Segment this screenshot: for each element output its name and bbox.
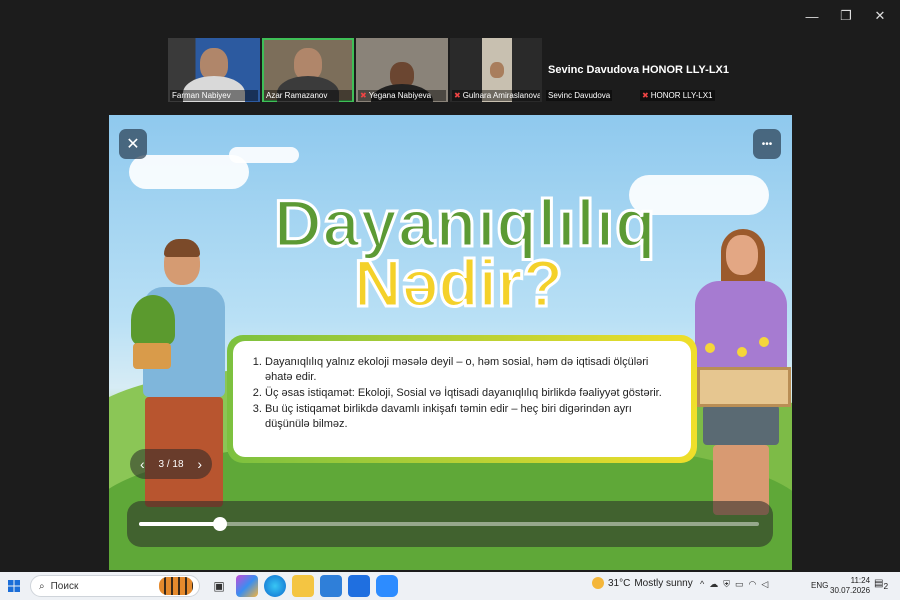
zoom-icon[interactable] [376, 575, 398, 597]
participant-avatar [490, 62, 504, 78]
hidden-icons-chevron-icon[interactable]: ^ [700, 579, 704, 590]
slide-pager: ‹ 3 / 18 › [130, 449, 212, 479]
restore-button[interactable]: ❐ [834, 6, 858, 26]
flower-icon [759, 337, 769, 347]
app-window: — ❐ ✕ Farman Nabiyev Azar Ramazanov ✖ Yeg… [0, 0, 900, 600]
taskbar-apps: ▣ [208, 575, 398, 597]
onedrive-icon[interactable]: ☁ [709, 579, 718, 590]
point-item: Bu üç istiqamət birlikdə davamlı inkişaf… [265, 402, 673, 432]
slide-text-box-inner: Dayanıqlılıq yalnız ekoloji məsələ deyil… [233, 341, 691, 457]
slide-counter: 3 / 18 [158, 458, 184, 470]
file-explorer-icon[interactable] [292, 575, 314, 597]
participant-name: Gulnara Amiraslanova [462, 91, 540, 100]
weather-temp: 31°C [608, 577, 631, 589]
search-placeholder: Поиск [50, 580, 79, 592]
window-controls: — ❐ ✕ [800, 6, 892, 26]
system-tray: ^ ☁ ⛨ ▭ ◠ ◁ [700, 579, 768, 590]
point-item: Dayanıqlılıq yalnız ekoloji məsələ deyil… [265, 355, 673, 385]
participants-strip: Farman Nabiyev Azar Ramazanov ✖ Yegana Na… [168, 38, 730, 102]
language-indicator[interactable]: ENG [811, 581, 828, 590]
woman-skirt [703, 405, 779, 445]
participant-display-name: HONOR LLY-LX1 [642, 64, 729, 76]
taskbar: ⌕ Поиск ▣ 31°C Mostly sunny ^ ☁ ⛨ ▭ ◠ ◁ … [0, 572, 900, 600]
mic-off-icon: ✖ [360, 91, 367, 100]
participant-tile-active[interactable]: Azar Ramazanov [262, 38, 354, 102]
woman-head [726, 235, 758, 275]
progress-knob[interactable] [212, 517, 227, 531]
minimize-button[interactable]: — [800, 6, 824, 26]
participant-tile[interactable]: ✖ Yegana Nabiyeva [356, 38, 448, 102]
participant-name: Yegana Nabiyeva [368, 91, 432, 100]
tiger-icon [159, 577, 193, 595]
clock-date: 30.07.2026 [830, 586, 871, 595]
slide-progress-bar [127, 501, 773, 547]
weather-widget[interactable]: 31°C Mostly sunny [592, 577, 693, 589]
participant-name: Sevinc Davudova [546, 90, 613, 101]
participant-name: Farman Nabiyev [170, 90, 258, 101]
participant-tile-no-video[interactable]: Sevinc Davudova Sevinc Davudova [544, 38, 640, 102]
battery-icon[interactable]: ▭ [735, 579, 744, 590]
prev-slide-button[interactable]: ‹ [140, 456, 145, 472]
plant-pot [133, 343, 171, 369]
woman-illustration [695, 281, 787, 381]
sun-icon [592, 577, 604, 589]
participant-name-row: ✖ Gulnara Amiraslanova [452, 90, 540, 101]
security-icon[interactable]: ⛨ [723, 579, 730, 590]
search-input[interactable]: ⌕ Поиск [30, 575, 200, 597]
mail-icon[interactable] [348, 575, 370, 597]
man-hair [164, 239, 200, 257]
more-options-button[interactable]: ••• [753, 129, 781, 159]
flower-icon [737, 347, 747, 357]
points-list: Dayanıqlılıq yalnız ekoloji məsələ deyil… [253, 355, 673, 432]
task-view-icon[interactable]: ▣ [208, 575, 230, 597]
participant-name-row: ✖ Yegana Nabiyeva [358, 90, 446, 101]
clock[interactable]: 11:24 30.07.2026 [830, 576, 870, 596]
participant-name: HONOR LLY-LX1 [650, 91, 713, 100]
slide-title-line2: Nədir? [352, 245, 564, 322]
clock-time: 11:24 [850, 576, 871, 585]
mic-off-icon: ✖ [642, 91, 649, 100]
participant-tile[interactable]: Farman Nabiyev [168, 38, 260, 102]
close-slide-button[interactable]: ✕ [119, 129, 147, 159]
participant-tile-no-video[interactable]: HONOR LLY-LX1 ✖ HONOR LLY-LX1 [638, 38, 730, 102]
close-window-button[interactable]: ✕ [868, 6, 892, 26]
slide-text-box: Dayanıqlılıq yalnız ekoloji məsələ deyil… [227, 335, 697, 463]
windows-icon[interactable] [0, 572, 28, 600]
copilot-icon[interactable] [236, 575, 258, 597]
wifi-icon[interactable]: ◠ [749, 579, 757, 590]
participant-name: Azar Ramazanov [264, 90, 352, 101]
flower-crate [697, 367, 791, 407]
point-item: Üç əsas istiqamət: Ekoloji, Sosial və İq… [265, 386, 673, 401]
next-slide-button[interactable]: › [197, 456, 202, 472]
participant-name-row: ✖ HONOR LLY-LX1 [640, 90, 715, 101]
progress-track[interactable] [139, 517, 759, 531]
participant-display-name: Sevinc Davudova [548, 64, 640, 76]
mic-off-icon: ✖ [454, 91, 461, 100]
participant-tile[interactable]: ✖ Gulnara Amiraslanova [450, 38, 542, 102]
flower-icon [705, 343, 715, 353]
volume-icon[interactable]: ◁ [761, 579, 768, 590]
cloud-decoration [229, 147, 299, 163]
weather-desc: Mostly sunny [634, 577, 693, 589]
notification-icon[interactable]: ▤2 [874, 578, 890, 594]
notification-count: 2 [883, 581, 889, 591]
shared-slide: ✕ ••• Dayanıqlılıq Nədir? Dayanıqlılıq y… [109, 115, 792, 570]
store-icon[interactable] [320, 575, 342, 597]
edge-icon[interactable] [264, 575, 286, 597]
plant-icon [131, 295, 175, 345]
search-icon: ⌕ [39, 580, 45, 592]
progress-fill [139, 522, 220, 526]
